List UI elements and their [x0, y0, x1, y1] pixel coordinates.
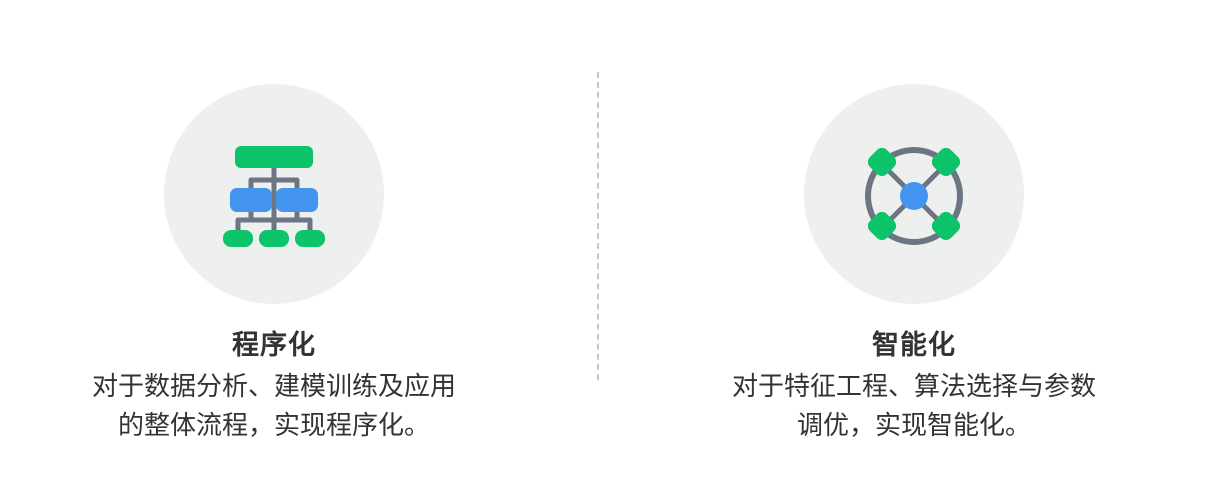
description-line: 对于特征工程、算法选择与参数 — [731, 372, 1096, 402]
description-line: 的整体流程，实现程序化。 — [117, 411, 430, 441]
dashed-divider — [597, 72, 599, 380]
feature-title: 程序化 — [232, 330, 316, 361]
feature-programmatic: 程序化 对于数据分析、建模训练及应用 的整体流程，实现程序化。 — [0, 0, 560, 483]
description-line: 调优，实现智能化。 — [796, 411, 1031, 441]
network-hub-icon — [865, 147, 963, 245]
feature-description: 对于数据分析、建模训练及应用 的整体流程，实现程序化。 — [0, 368, 548, 446]
description-line: 对于数据分析、建模训练及应用 — [91, 372, 456, 402]
hierarchy-icon — [223, 146, 325, 247]
feature-intelligent: 智能化 对于特征工程、算法选择与参数 调优，实现智能化。 — [640, 0, 1200, 483]
feature-title: 智能化 — [872, 330, 956, 361]
icon-badge — [804, 84, 1024, 304]
feature-description: 对于特征工程、算法选择与参数 调优，实现智能化。 — [640, 368, 1188, 446]
icon-badge — [164, 84, 384, 304]
